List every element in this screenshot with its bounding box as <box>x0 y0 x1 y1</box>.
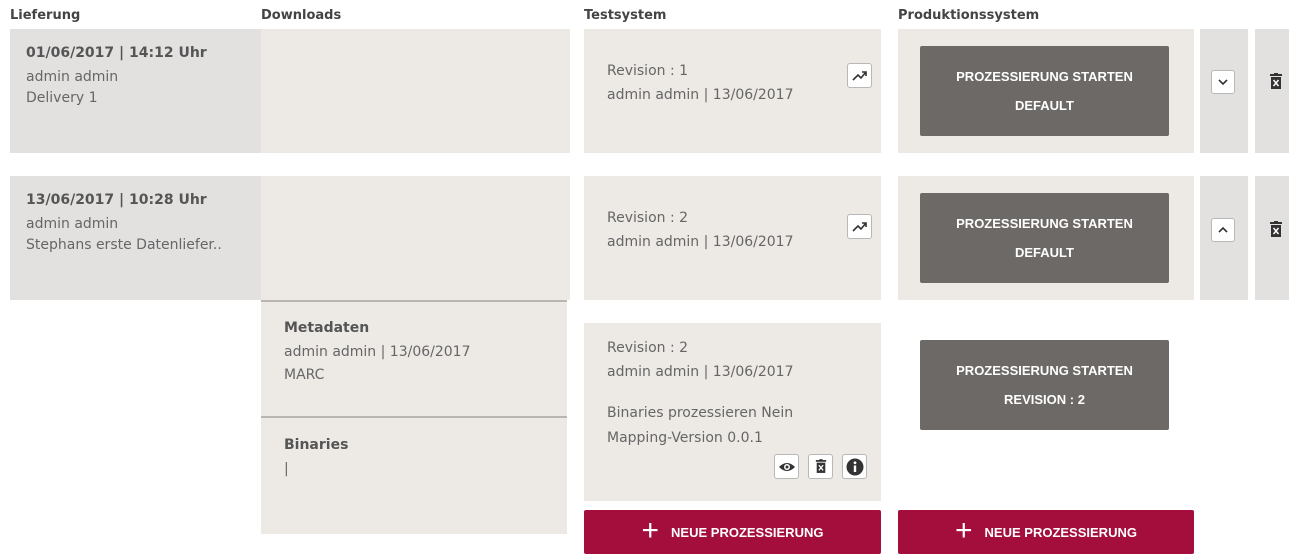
start-processing-revision-button[interactable]: PROZESSIERUNG STARTEN REVISION : 2 <box>920 340 1169 430</box>
delivery-date: 13/06/2017 | 10:28 Uhr <box>26 192 207 208</box>
start-processing-default-button[interactable]: PROZESSIERUNG STARTEN DEFAULT <box>920 46 1169 136</box>
test-system-detail-card: Revision : 2 admin admin | 13/06/2017 Bi… <box>584 323 881 501</box>
delivery-user: admin admin <box>26 69 119 85</box>
new-processing-prod-button[interactable]: + NEUE PROZESSIERUNG <box>898 510 1194 554</box>
downloads-panel-1 <box>261 29 570 153</box>
plus-icon: + <box>955 513 973 547</box>
header-delivery: Lieferung <box>10 8 81 23</box>
delivery-date: 01/06/2017 | 14:12 Uhr <box>26 45 207 61</box>
test-revision-meta: admin admin | 13/06/2017 <box>607 234 794 250</box>
trash-icon[interactable] <box>1269 73 1283 94</box>
trash-icon[interactable] <box>1269 221 1283 242</box>
trash-icon[interactable] <box>808 454 833 479</box>
test-revision: Revision : 2 <box>607 210 689 226</box>
downloads-panel-2 <box>261 176 570 300</box>
eye-icon[interactable] <box>774 454 799 479</box>
delivery-card-2[interactable]: 13/06/2017 | 10:28 Uhr admin admin Steph… <box>10 176 261 300</box>
divider <box>261 416 567 418</box>
new-processing-test-button[interactable]: + NEUE PROZESSIERUNG <box>584 510 881 554</box>
new-processing-label: NEUE PROZESSIERUNG <box>671 524 824 540</box>
toggle-strip-2 <box>1200 176 1248 300</box>
delivery-user: admin admin <box>26 216 119 232</box>
binaries-value: | <box>284 461 289 477</box>
header-test-system: Testsystem <box>584 8 667 23</box>
metadata-format: MARC <box>284 367 325 383</box>
start-processing-label: PROZESSIERUNG STARTEN <box>956 69 1133 84</box>
delete-strip-1 <box>1255 29 1289 153</box>
mapping-version: Mapping-Version 0.0.1 <box>607 430 763 446</box>
detail-revision: Revision : 2 <box>607 340 689 356</box>
start-processing-label: PROZESSIERUNG STARTEN <box>956 216 1133 231</box>
start-processing-label: PROZESSIERUNG STARTEN <box>956 363 1133 378</box>
trend-chart-icon[interactable] <box>847 63 872 88</box>
chevron-down-icon[interactable] <box>1211 70 1235 94</box>
start-processing-default-button[interactable]: PROZESSIERUNG STARTEN DEFAULT <box>920 193 1169 283</box>
start-processing-target: DEFAULT <box>1015 98 1074 113</box>
delivery-name: Stephans erste Datenliefer.. <box>26 237 222 253</box>
prod-system-card-1: PROZESSIERUNG STARTEN DEFAULT <box>898 29 1194 153</box>
delivery-name: Delivery 1 <box>26 90 98 106</box>
metadata-meta: admin admin | 13/06/2017 <box>284 344 471 360</box>
toggle-strip-1 <box>1200 29 1248 153</box>
new-processing-label: NEUE PROZESSIERUNG <box>984 524 1137 540</box>
trend-chart-icon[interactable] <box>847 214 872 239</box>
delivery-card-1[interactable]: 01/06/2017 | 14:12 Uhr admin admin Deliv… <box>10 29 261 153</box>
header-production-system: Produktionssystem <box>898 8 1040 23</box>
prod-system-card-2: PROZESSIERUNG STARTEN DEFAULT <box>898 176 1194 300</box>
test-revision-meta: admin admin | 13/06/2017 <box>607 87 794 103</box>
start-processing-target: DEFAULT <box>1015 245 1074 260</box>
detail-revision-meta: admin admin | 13/06/2017 <box>607 364 794 380</box>
binaries-title: Binaries <box>284 437 349 453</box>
metadata-title: Metadaten <box>284 320 370 336</box>
info-icon[interactable] <box>842 454 867 479</box>
plus-icon: + <box>641 513 660 547</box>
test-system-card-2: Revision : 2 admin admin | 13/06/2017 <box>584 176 881 300</box>
binaries-process-status: Binaries prozessieren Nein <box>607 405 794 421</box>
divider <box>261 300 567 302</box>
test-system-card-1: Revision : 1 admin admin | 13/06/2017 <box>584 29 881 153</box>
header-downloads: Downloads <box>261 8 342 23</box>
chevron-up-icon[interactable] <box>1211 218 1235 242</box>
start-processing-target: REVISION : 2 <box>1004 392 1085 407</box>
test-revision: Revision : 1 <box>607 63 689 79</box>
delete-strip-2 <box>1255 176 1289 300</box>
downloads-detail-panel: Metadaten admin admin | 13/06/2017 MARC … <box>261 300 567 534</box>
